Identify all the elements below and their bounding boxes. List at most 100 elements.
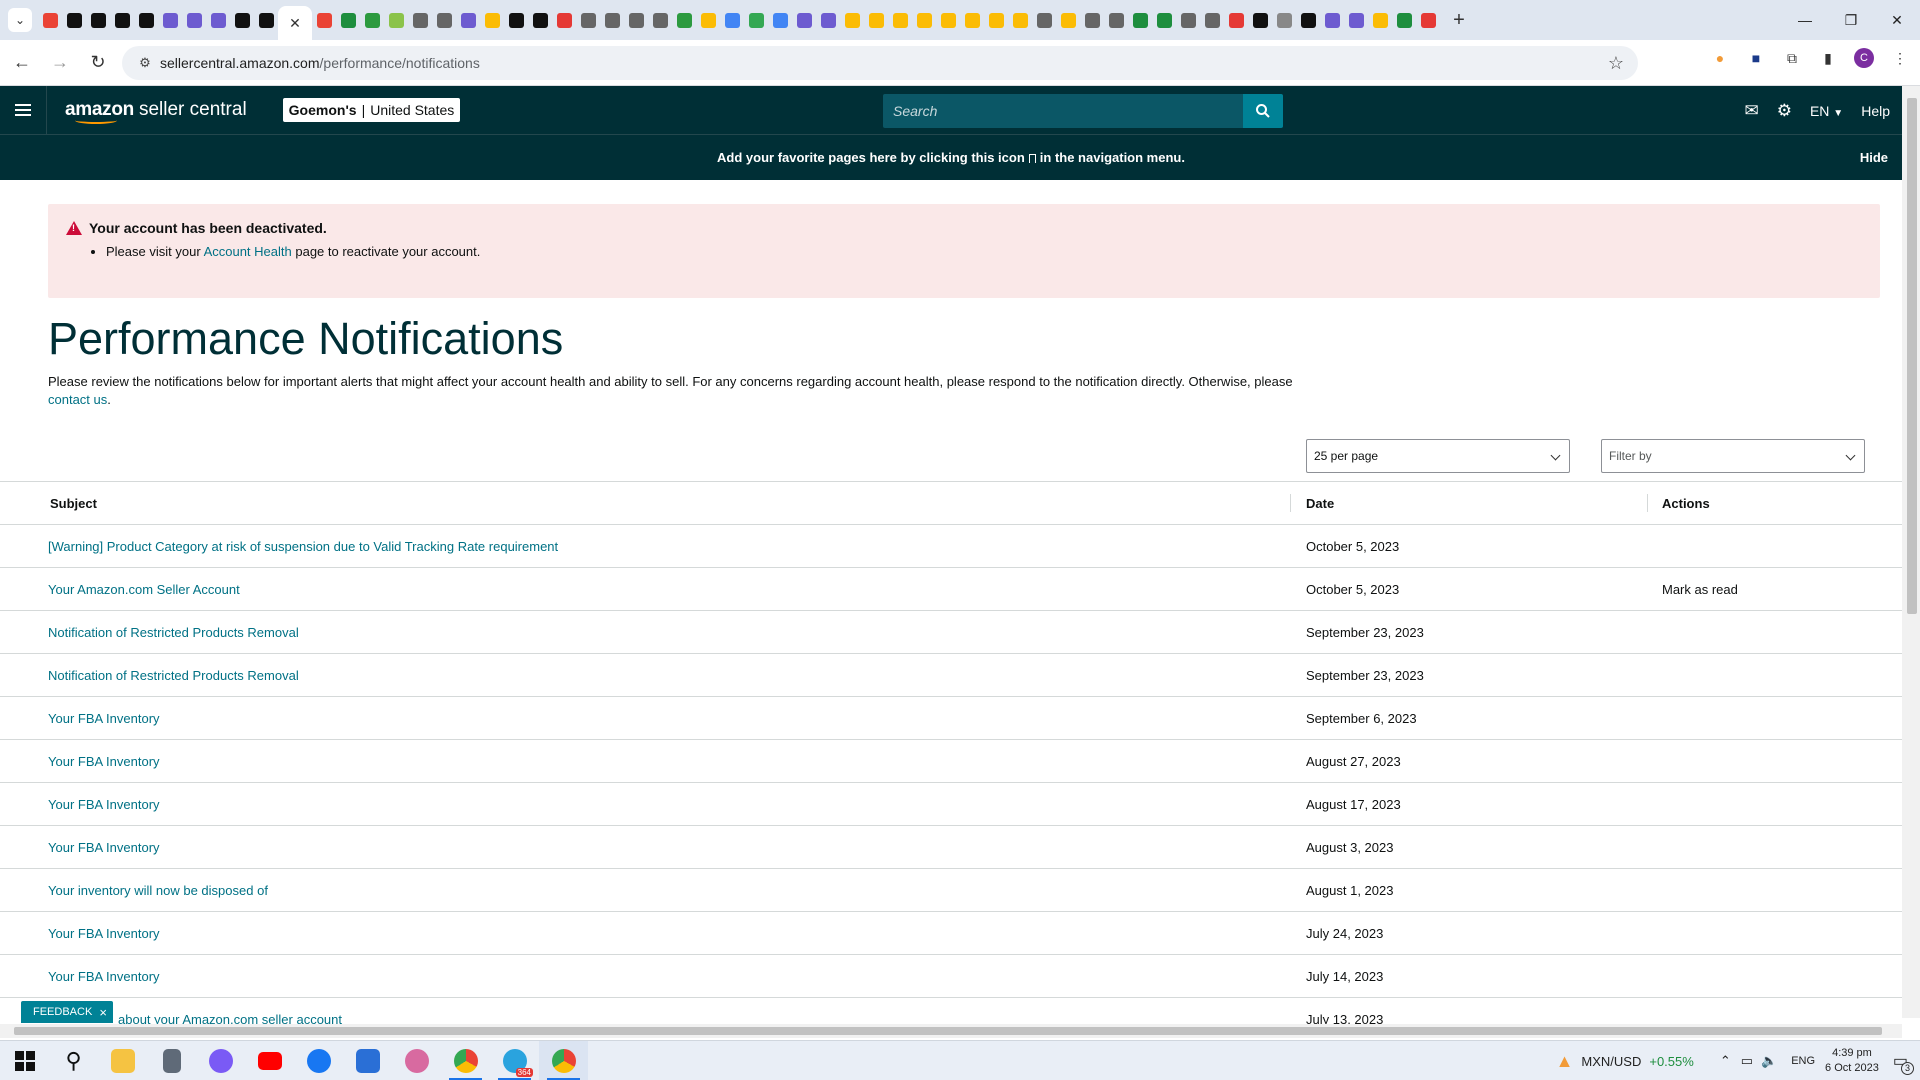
tab-favicon-icon[interactable] [744,8,768,32]
notification-subject-link[interactable]: Your FBA Inventory [48,754,160,769]
horizontal-scroll-thumb[interactable] [14,1027,1882,1035]
mail-icon[interactable]: ✉ [1744,101,1758,121]
tab-close-icon[interactable]: ✕ [289,15,301,32]
vertical-scrollbar[interactable] [1902,86,1920,1018]
facebook-icon[interactable] [294,1041,343,1080]
tab-favicon-icon[interactable] [936,8,960,32]
hamburger-menu-icon[interactable] [0,85,47,135]
tab-favicon-icon[interactable] [230,8,254,32]
tab-favicon-icon[interactable] [384,8,408,32]
notification-subject-link[interactable]: [Warning] Product Category at risk of su… [48,539,558,554]
tab-favicon-icon[interactable] [158,8,182,32]
account-health-link[interactable]: Account Health [204,244,292,259]
tab-favicon-icon[interactable] [864,8,888,32]
tab-favicon-icon[interactable] [408,8,432,32]
tab-favicon-icon[interactable] [576,8,600,32]
store-selector[interactable]: Goemon's | United States [282,98,461,122]
tab-favicon-icon[interactable] [336,8,360,32]
tab-favicon-icon[interactable] [1272,8,1296,32]
close-window-icon[interactable]: ✕ [1874,0,1920,40]
search-taskbar-icon[interactable]: ⚲ [49,1041,98,1080]
tab-favicon-icon[interactable] [528,8,552,32]
column-header-subject[interactable]: Subject [50,496,97,511]
currency-widget[interactable]: ▲ MXN/USD +0.55% [1556,1051,1694,1072]
profile-avatar[interactable]: C [1854,48,1874,68]
notification-subject-link[interactable]: Notification of Restricted Products Remo… [48,625,299,640]
chrome-profile-icon[interactable] [539,1040,588,1080]
windows-start-icon[interactable] [0,1041,49,1080]
search-input[interactable]: Search [883,94,1183,128]
site-info-icon[interactable]: ⚙ [130,55,160,71]
notification-subject-link[interactable]: Your FBA Inventory [48,969,160,984]
tab-favicon-icon[interactable] [648,8,672,32]
tab-favicon-icon[interactable] [552,8,576,32]
filter-select[interactable]: Filter by [1601,439,1865,473]
extension-translate-icon[interactable]: ■ [1746,48,1766,68]
tab-favicon-icon[interactable] [110,8,134,32]
youtube-icon[interactable] [245,1041,294,1080]
tab-favicon-icon[interactable] [1368,8,1392,32]
network-icon[interactable]: ▭ [1741,1053,1753,1069]
horizontal-scrollbar[interactable] [0,1024,1902,1038]
tab-favicon-icon[interactable] [480,8,504,32]
tab-favicon-icon[interactable] [672,8,696,32]
search-input-extension[interactable] [1183,94,1243,128]
tab-favicon-icon[interactable] [1008,8,1032,32]
tab-favicon-icon[interactable] [1152,8,1176,32]
tab-favicon-icon[interactable] [206,8,230,32]
tab-favicon-icon[interactable] [1200,8,1224,32]
notification-subject-link[interactable]: Your FBA Inventory [48,840,160,855]
tab-favicon-icon[interactable] [696,8,720,32]
tab-favicon-icon[interactable] [960,8,984,32]
tab-favicon-icon[interactable] [1392,8,1416,32]
notification-subject-link[interactable]: Your FBA Inventory [48,711,160,726]
tab-favicon-icon[interactable] [312,8,336,32]
notification-subject-link[interactable]: Your inventory will now be disposed of [48,883,268,898]
tab-favicon-icon[interactable] [888,8,912,32]
tab-favicon-icon[interactable] [432,8,456,32]
tab-favicon-icon[interactable] [624,8,648,32]
chrome-icon[interactable] [441,1041,490,1080]
hide-favorites-button[interactable]: Hide [1860,150,1888,165]
tab-favicon-icon[interactable] [1056,8,1080,32]
feedback-button[interactable]: FEEDBACK × [21,1001,113,1023]
tab-favicon-icon[interactable] [86,8,110,32]
reload-icon[interactable]: ↻ [82,47,114,79]
tab-favicon-icon[interactable] [1248,8,1272,32]
tab-favicon-icon[interactable] [912,8,936,32]
contact-us-link[interactable]: contact us [48,392,107,407]
tab-favicon-icon[interactable] [504,8,528,32]
extensions-puzzle-icon[interactable]: ⧉ [1782,48,1802,68]
tab-favicon-icon[interactable] [600,8,624,32]
minimize-icon[interactable]: — [1782,0,1828,40]
tab-favicon-icon[interactable] [1032,8,1056,32]
help-link[interactable]: Help [1861,103,1890,119]
search-button[interactable] [1243,94,1283,128]
tab-favicon-icon[interactable] [254,8,278,32]
notification-subject-link[interactable]: Your FBA Inventory [48,797,160,812]
telegram-icon[interactable]: 364 [490,1041,539,1080]
tab-favicon-icon[interactable] [1416,8,1440,32]
clock[interactable]: 4:39 pm 6 Oct 2023 [1825,1046,1879,1076]
notification-subject-link[interactable]: Notification of Restricted Products Remo… [48,668,299,683]
tab-favicon-icon[interactable] [1080,8,1104,32]
tab-favicon-icon[interactable] [38,8,62,32]
tab-favicon-icon[interactable] [182,8,206,32]
notification-subject-link[interactable]: Your FBA Inventory [48,926,160,941]
tab-favicon-icon[interactable] [1224,8,1248,32]
tab-favicon-icon[interactable] [1344,8,1368,32]
back-arrow-icon[interactable]: ← [6,47,38,79]
feedback-close-icon[interactable]: × [99,1005,107,1020]
tab-favicon-icon[interactable] [792,8,816,32]
settings-gear-icon[interactable]: ⚙ [1777,101,1792,121]
tab-favicon-icon[interactable] [1320,8,1344,32]
copilot-icon[interactable] [196,1041,245,1080]
amazon-seller-central-logo[interactable]: amazon seller central [65,99,247,124]
notification-subject-link[interactable]: Your Amazon.com Seller Account [48,582,240,597]
file-explorer-icon[interactable] [98,1041,147,1080]
tab-favicon-icon[interactable] [984,8,1008,32]
notifications-icon[interactable]: ▭ 3 [1893,1051,1914,1075]
tab-favicon-icon[interactable] [456,8,480,32]
tab-favicon-icon[interactable] [768,8,792,32]
input-language[interactable]: ENG [1791,1055,1815,1067]
